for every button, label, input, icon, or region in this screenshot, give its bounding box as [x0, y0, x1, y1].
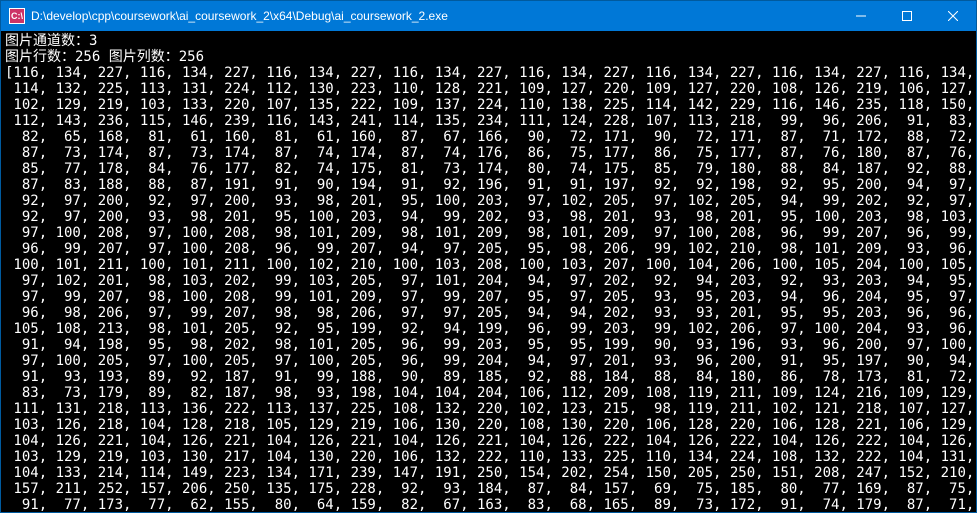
console-line: 114, 132, 225, 113, 131, 224, 112, 130, … — [5, 81, 972, 97]
console-line: 91, 93, 193, 89, 92, 187, 91, 99, 188, 9… — [5, 369, 972, 385]
console-line: 82, 65, 168, 81, 61, 160, 81, 61, 160, 8… — [5, 129, 972, 145]
console-line: 83, 73, 179, 89, 82, 187, 98, 93, 198, 1… — [5, 385, 972, 401]
console-line: [116, 134, 227, 116, 134, 227, 116, 134,… — [5, 65, 972, 81]
titlebar[interactable]: C:\ D:\develop\cpp\coursework\ai_coursew… — [1, 1, 976, 31]
app-icon-label: C:\ — [11, 11, 23, 21]
console-line: 103, 126, 218, 104, 128, 218, 105, 129, … — [5, 417, 972, 433]
console-line: 92, 97, 200, 93, 98, 201, 95, 100, 203, … — [5, 209, 972, 225]
console-line: 104, 133, 214, 114, 149, 223, 134, 171, … — [5, 465, 972, 481]
maximize-button[interactable] — [884, 1, 930, 31]
console-line: 92, 97, 200, 92, 97, 200, 93, 98, 201, 9… — [5, 193, 972, 209]
console-output[interactable]: 图片通道数：3图片行数：256 图片列数：256[116, 134, 227, … — [1, 31, 976, 512]
maximize-icon — [902, 11, 912, 21]
console-line: 97, 102, 201, 98, 103, 202, 99, 103, 205… — [5, 273, 972, 289]
console-line: 104, 126, 221, 104, 126, 221, 104, 126, … — [5, 433, 972, 449]
app-icon: C:\ — [9, 8, 25, 24]
console-line: 87, 83, 188, 88, 87, 191, 91, 90, 194, 9… — [5, 177, 972, 193]
console-line: 100, 101, 211, 100, 101, 211, 100, 102, … — [5, 257, 972, 273]
close-button[interactable] — [930, 1, 976, 31]
console-line: 图片行数：256 图片列数：256 — [5, 49, 972, 65]
minimize-button[interactable] — [838, 1, 884, 31]
console-line: 102, 129, 219, 103, 133, 220, 107, 135, … — [5, 97, 972, 113]
console-line: 96, 99, 207, 97, 100, 208, 96, 99, 207, … — [5, 241, 972, 257]
minimize-icon — [856, 11, 866, 21]
close-icon — [948, 11, 958, 21]
console-line: 96, 98, 206, 97, 99, 207, 98, 98, 206, 9… — [5, 305, 972, 321]
console-line: 图片通道数：3 — [5, 33, 972, 49]
console-line: 112, 143, 236, 115, 146, 239, 116, 143, … — [5, 113, 972, 129]
console-line: 157, 211, 252, 157, 206, 250, 135, 175, … — [5, 481, 972, 497]
window-controls — [838, 1, 976, 31]
console-line: 97, 100, 208, 97, 100, 208, 98, 101, 209… — [5, 225, 972, 241]
console-line: 85, 77, 178, 84, 76, 177, 82, 74, 175, 8… — [5, 161, 972, 177]
console-line: 97, 99, 207, 98, 100, 208, 99, 101, 209,… — [5, 289, 972, 305]
console-line: 97, 100, 205, 97, 100, 205, 97, 100, 205… — [5, 353, 972, 369]
console-line: 111, 131, 218, 113, 136, 222, 113, 137, … — [5, 401, 972, 417]
console-line: 103, 129, 219, 103, 130, 217, 104, 130, … — [5, 449, 972, 465]
app-window: C:\ D:\develop\cpp\coursework\ai_coursew… — [0, 0, 977, 513]
console-line: 87, 73, 174, 87, 73, 174, 87, 74, 174, 8… — [5, 145, 972, 161]
console-line: 105, 108, 213, 98, 101, 205, 92, 95, 199… — [5, 321, 972, 337]
console-line: 91, 77, 173, 77, 62, 155, 80, 64, 159, 8… — [5, 497, 972, 512]
console-line: 91, 94, 198, 95, 98, 202, 98, 101, 205, … — [5, 337, 972, 353]
window-title: D:\develop\cpp\coursework\ai_coursework_… — [31, 9, 838, 23]
